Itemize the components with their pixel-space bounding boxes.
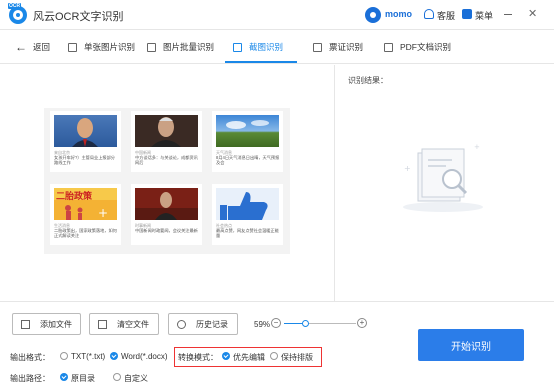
news-text: 二胎政策出，国家政策落地，如何正式解读关注 [54,228,117,238]
news-text: 最高点赞，网友点赞社会温暖正能量 [216,228,279,238]
keep-layout-radio[interactable] [270,352,278,360]
pdf-icon [384,42,393,52]
user-name[interactable]: momo [385,9,412,19]
zoom-handle[interactable] [302,320,309,327]
news-text: 中国新闻时政要闻，会议关注最新 [135,228,198,233]
svg-text:+: + [474,143,480,151]
output-format-label: 输出格式： [10,353,50,362]
news-card: 时事新闻 中国新闻时政要闻，会议关注最新 [131,184,202,245]
close-button[interactable]: ✕ [528,9,537,20]
service-button[interactable]: 客服 [437,9,455,22]
screenshot-preview[interactable]: 来自北京 女孩开车好?）主管局业上报部分路线工作 中国新闻 中方谈话多：与关谈论… [44,108,290,254]
minimize-button[interactable] [504,14,512,15]
tab-single-image[interactable]: 单张图片识别 [68,30,135,64]
news-text: 中方谈话多：与关谈论，成都资讯网后 [135,155,198,165]
clear-file-label: 清空文件 [117,319,149,329]
edit-priority-label[interactable]: 优先编辑 [233,352,265,363]
tab-label: 截图识别 [249,42,284,52]
tab-batch-image[interactable]: 图片批量识别 [147,30,214,64]
active-tab-indicator [225,61,297,63]
empty-document-icon: + + [398,135,488,215]
clock-icon [177,319,186,329]
app-title: 风云OCR文字识别 [33,11,124,23]
zoom-out-button[interactable]: − [271,318,281,328]
add-file-icon [21,319,30,329]
news-image [216,115,279,147]
add-file-button[interactable]: 添加文件 [12,313,81,335]
tab-label: 单张图片识别 [84,42,136,52]
tab-ticket[interactable]: 票证识别 [313,30,363,64]
logo-badge: OCR [8,3,22,9]
title-bar: OCR 风云OCR文字识别 momo 客服 菜单 ✕ [0,0,554,30]
edit-priority-radio[interactable] [222,352,230,360]
add-file-label: 添加文件 [40,319,72,329]
history-label: 历史记录 [196,319,228,329]
svg-text:+: + [404,164,411,173]
menu-button[interactable]: 菜单 [475,9,493,22]
trash-icon [98,319,107,329]
news-card: 社会热点 最高点赞，网友点赞社会温暖正能量 [212,184,283,245]
start-recognition-button[interactable]: 开始识别 [418,329,524,361]
tab-label: 图片批量识别 [163,42,215,52]
convert-mode-label: 转换模式： [178,353,218,362]
bottom-controls: 添加文件 清空文件 历史记录 59% − + 输出格式： TXT(*.txt) … [0,301,554,390]
news-image [135,115,198,147]
back-button[interactable]: ← 返回 [15,30,50,64]
nav-bar: ← 返回 单张图片识别 图片批量识别 截图识别 票证识别 PDF文档识别 [0,30,554,64]
menu-icon[interactable] [462,9,472,19]
tab-screenshot[interactable]: 截图识别 [233,30,283,64]
images-icon [147,42,156,52]
news-image [135,188,198,220]
original-dir-radio[interactable] [60,373,68,381]
tab-pdf[interactable]: PDF文档识别 [384,30,451,64]
news-image [216,188,279,220]
headset-icon[interactable] [424,9,434,19]
back-label: 返回 [33,42,51,52]
txt-option-label[interactable]: TXT(*.txt) [71,352,105,361]
txt-radio[interactable] [60,352,68,360]
custom-dir-label[interactable]: 自定义 [124,373,148,384]
banner-text: 二胎政策 [56,191,93,201]
news-text: 8月4日天气消息日出晴，天气预报及会 [216,155,280,165]
zoom-value: 59% [254,320,271,329]
custom-dir-radio[interactable] [113,373,121,381]
original-dir-label[interactable]: 原目录 [71,373,95,384]
tab-label: PDF文档识别 [400,42,452,52]
output-path-label: 输出路径： [10,374,50,383]
zoom-in-button[interactable]: + [357,318,367,328]
news-card: 中国新闻 中方谈话多：与关谈论，成都资讯网后 [131,111,202,172]
word-radio[interactable] [110,352,118,360]
history-button[interactable]: 历史记录 [168,313,238,335]
news-image: + 二胎政策 [54,188,117,220]
result-panel: 识别结果： + + [336,65,554,301]
tab-label: 票证识别 [329,42,364,52]
word-option-label[interactable]: Word(*.docx) [121,352,168,361]
news-card: 天气消息 8月4日天气消息日出晴，天气预报及会 [212,111,283,172]
news-card: + 二胎政策 生活消息 二胎政策出，国家政策落地，如何正式解读关注 [50,184,121,245]
news-card: 来自北京 女孩开车好?）主管局业上报部分路线工作 [50,111,121,172]
user-avatar-icon[interactable] [365,7,381,23]
preview-panel: 来自北京 女孩开车好?）主管局业上报部分路线工作 中国新闻 中方谈话多：与关谈论… [0,65,335,301]
news-text: 女孩开车好?）主管局业上报部分路线工作 [54,155,115,165]
svg-text:+: + [98,206,108,220]
result-label: 识别结果： [348,76,388,85]
zoom-slider[interactable] [284,320,356,327]
ticket-icon [313,42,322,52]
arrow-left-icon: ← [15,40,27,54]
crop-icon [233,42,242,52]
image-icon [68,42,77,52]
news-image [54,115,117,147]
keep-layout-label[interactable]: 保持排版 [281,352,313,363]
clear-file-button[interactable]: 清空文件 [89,313,159,335]
